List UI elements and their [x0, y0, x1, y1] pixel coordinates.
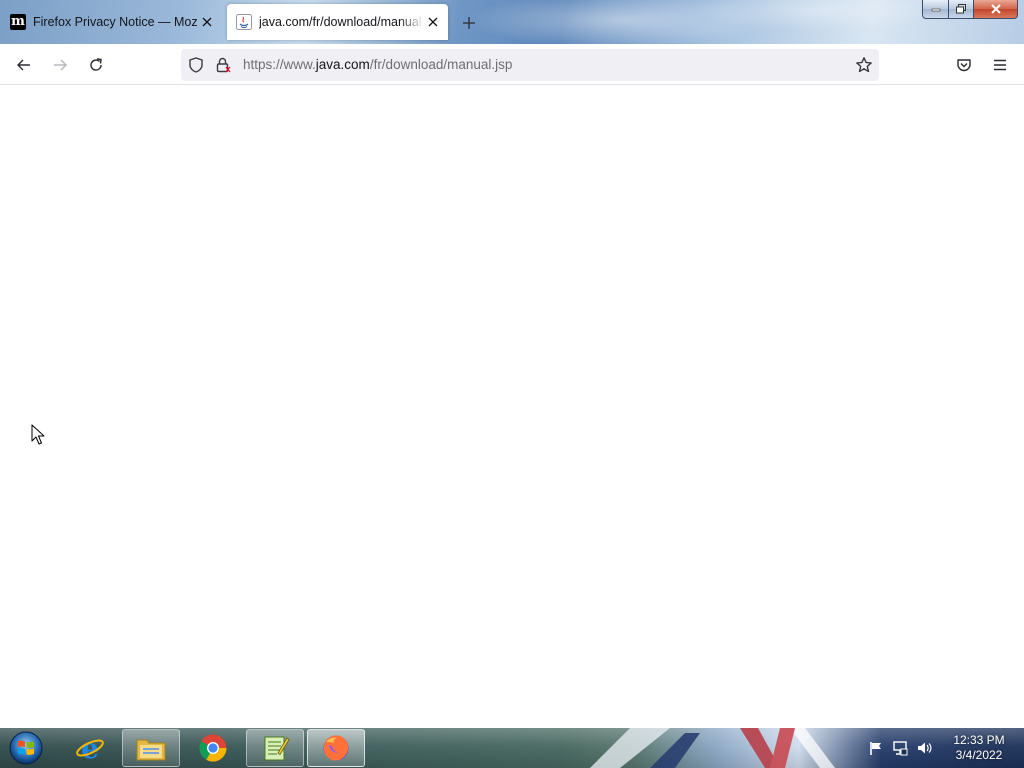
- menu-button[interactable]: [987, 52, 1013, 78]
- url-text[interactable]: https://www.java.com/fr/download/manual.…: [243, 57, 512, 72]
- taskbar-file-explorer[interactable]: [122, 729, 180, 767]
- tab-title: Firefox Privacy Notice — Mozilla: [33, 15, 198, 29]
- windows-start-icon: [9, 731, 43, 765]
- url-domain: java.com: [315, 57, 370, 72]
- reload-button[interactable]: [83, 52, 109, 78]
- restore-button[interactable]: [948, 0, 973, 19]
- window-controls: [922, 0, 1018, 20]
- system-tray: 12:33 PM 3/4/2022: [862, 728, 1024, 768]
- clock-date: 3/4/2022: [955, 748, 1003, 762]
- network-icon[interactable]: [892, 740, 908, 756]
- clock[interactable]: 12:33 PM 3/4/2022: [944, 733, 1014, 763]
- taskbar-notepad-plus-plus[interactable]: [246, 729, 304, 767]
- back-arrow-icon: [17, 59, 30, 71]
- url-path: /fr/download/manual.jsp: [369, 57, 513, 72]
- url-bar[interactable]: https://www.java.com/fr/download/manual.…: [181, 49, 879, 81]
- taskbar-firefox[interactable]: [307, 729, 365, 767]
- action-center-flag-icon[interactable]: [868, 740, 884, 756]
- folder-icon: [136, 739, 166, 761]
- plus-icon: [463, 17, 475, 29]
- close-icon: [990, 4, 1001, 14]
- start-button[interactable]: [6, 729, 46, 767]
- pocket-button[interactable]: [951, 52, 977, 78]
- forward-arrow-icon: [54, 59, 67, 71]
- tab-java-download[interactable]: java.com/fr/download/manual.jsp: [227, 4, 448, 40]
- java-icon: [236, 14, 252, 30]
- new-tab-button[interactable]: [458, 12, 480, 34]
- volume-icon[interactable]: [916, 740, 932, 756]
- clock-time: 12:33 PM: [953, 733, 1005, 747]
- firefox-icon: [323, 735, 349, 761]
- tab-title: java.com/fr/download/manual.jsp: [259, 15, 424, 29]
- forward-button[interactable]: [47, 52, 73, 78]
- close-tab-icon[interactable]: [424, 13, 442, 31]
- pocket-icon: [957, 59, 971, 72]
- windows-taskbar: e 12:33 PM 3/4/2022: [0, 728, 1024, 768]
- mouse-cursor-icon: [31, 424, 45, 445]
- chrome-icon: [199, 734, 227, 762]
- restore-icon: [956, 4, 966, 14]
- back-button[interactable]: [11, 52, 37, 78]
- url-prefix: https://www.: [243, 57, 316, 72]
- navigation-toolbar: https://www.java.com/fr/download/manual.…: [0, 44, 1024, 85]
- star-icon[interactable]: [855, 56, 873, 74]
- hamburger-menu-icon: [994, 59, 1006, 71]
- ie-icon: e: [76, 733, 104, 763]
- mozilla-m-icon: m: [10, 14, 26, 30]
- taskbar-internet-explorer[interactable]: e: [61, 729, 119, 767]
- shield-icon[interactable]: [187, 56, 205, 74]
- notepad-icon: [264, 736, 290, 761]
- wallpaper-art: [590, 728, 835, 768]
- taskbar-google-chrome[interactable]: [184, 729, 242, 767]
- close-tab-icon[interactable]: [198, 13, 216, 31]
- minimize-icon: [931, 8, 940, 12]
- tab-strip: m Firefox Privacy Notice — Mozilla java.…: [0, 0, 1024, 44]
- reload-icon: [90, 58, 102, 71]
- lock-icon[interactable]: [214, 56, 232, 74]
- minimize-button[interactable]: [922, 0, 948, 19]
- tab-firefox-privacy-notice[interactable]: m Firefox Privacy Notice — Mozilla: [0, 4, 222, 40]
- svg-text:e: e: [81, 733, 99, 763]
- page-content[interactable]: [0, 85, 1024, 728]
- close-window-button[interactable]: [973, 0, 1018, 19]
